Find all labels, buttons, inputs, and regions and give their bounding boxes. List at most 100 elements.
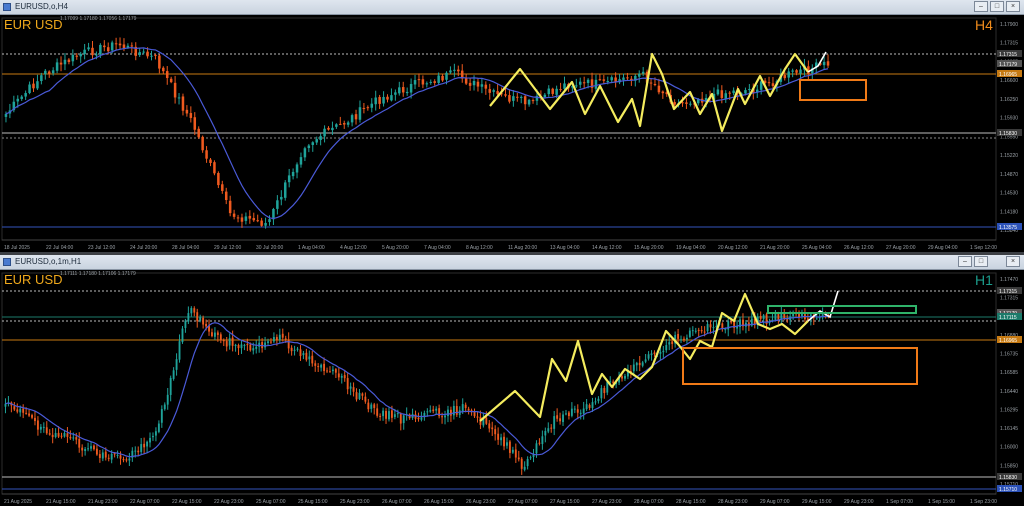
candle-body[interactable] bbox=[376, 408, 379, 416]
candle-body[interactable] bbox=[697, 329, 700, 331]
candle-body[interactable] bbox=[358, 107, 362, 120]
candle-body[interactable] bbox=[280, 196, 283, 200]
candle-body[interactable] bbox=[787, 71, 790, 78]
candle-body[interactable] bbox=[137, 450, 140, 453]
candle-body[interactable] bbox=[28, 413, 31, 416]
candle-body[interactable] bbox=[799, 69, 802, 74]
candle-body[interactable] bbox=[228, 200, 232, 214]
candle-body[interactable] bbox=[36, 420, 39, 430]
candle-body[interactable] bbox=[786, 319, 789, 321]
candle-body[interactable] bbox=[25, 412, 28, 414]
candle-body[interactable] bbox=[95, 54, 98, 56]
candle-body[interactable] bbox=[358, 392, 361, 399]
candle-body[interactable] bbox=[467, 408, 470, 411]
candle-body[interactable] bbox=[51, 434, 54, 438]
candle-body[interactable] bbox=[78, 439, 81, 448]
candle-body[interactable] bbox=[390, 95, 393, 101]
candle-body[interactable] bbox=[632, 364, 635, 372]
candle-body[interactable] bbox=[649, 82, 653, 84]
candle-body[interactable] bbox=[361, 393, 364, 396]
candle-body[interactable] bbox=[709, 324, 712, 328]
candle-body[interactable] bbox=[47, 71, 51, 74]
candle-body[interactable] bbox=[296, 348, 299, 350]
candle-body[interactable] bbox=[130, 45, 134, 47]
candle-body[interactable] bbox=[378, 96, 381, 104]
candle-body[interactable] bbox=[154, 431, 157, 436]
candle-body[interactable] bbox=[152, 435, 154, 438]
candle-body[interactable] bbox=[101, 452, 104, 459]
candle-body[interactable] bbox=[72, 437, 75, 439]
candle-body[interactable] bbox=[712, 327, 715, 329]
candle-body[interactable] bbox=[284, 338, 287, 340]
candle-body[interactable] bbox=[691, 330, 694, 332]
candle-body[interactable] bbox=[63, 433, 66, 437]
candle-body[interactable] bbox=[331, 127, 334, 131]
candle-body[interactable] bbox=[610, 77, 613, 81]
candle-body[interactable] bbox=[150, 55, 153, 57]
candle-body[interactable] bbox=[272, 337, 275, 342]
candle-body[interactable] bbox=[268, 219, 271, 223]
candle-body[interactable] bbox=[163, 404, 166, 410]
candle-body[interactable] bbox=[246, 344, 249, 346]
candle-body[interactable] bbox=[305, 352, 308, 360]
candle-body[interactable] bbox=[603, 388, 606, 394]
candle-body[interactable] bbox=[600, 388, 603, 399]
candle-body[interactable] bbox=[95, 448, 98, 455]
candle-body[interactable] bbox=[445, 72, 448, 80]
candle-body[interactable] bbox=[523, 466, 526, 470]
candle-body[interactable] bbox=[665, 345, 668, 351]
candle-body[interactable] bbox=[252, 348, 255, 351]
candle-body[interactable] bbox=[106, 47, 110, 52]
candle-body[interactable] bbox=[519, 96, 523, 98]
candle-body[interactable] bbox=[187, 313, 190, 322]
candle-body[interactable] bbox=[432, 409, 435, 412]
candle-body[interactable] bbox=[243, 344, 246, 346]
candle-body[interactable] bbox=[22, 408, 25, 413]
candle-body[interactable] bbox=[728, 92, 731, 94]
candle-body[interactable] bbox=[484, 84, 488, 89]
candle-body[interactable] bbox=[138, 52, 141, 56]
candle-body[interactable] bbox=[398, 87, 401, 94]
candle-body[interactable] bbox=[252, 218, 256, 221]
candle-body[interactable] bbox=[236, 217, 240, 219]
candle-body[interactable] bbox=[541, 436, 544, 445]
candle-body[interactable] bbox=[626, 77, 629, 79]
candle-body[interactable] bbox=[98, 454, 101, 458]
candle-body[interactable] bbox=[771, 83, 775, 87]
candle-body[interactable] bbox=[32, 83, 35, 89]
candle-body[interactable] bbox=[563, 83, 566, 89]
candle-body[interactable] bbox=[217, 173, 220, 186]
candle-body[interactable] bbox=[685, 337, 688, 340]
candle-body[interactable] bbox=[559, 89, 562, 91]
candle-body[interactable] bbox=[575, 85, 578, 87]
candle-body[interactable] bbox=[134, 450, 137, 452]
candle-body[interactable] bbox=[606, 382, 609, 393]
candle-body[interactable] bbox=[488, 423, 491, 429]
candle-body[interactable] bbox=[441, 75, 444, 81]
candle-body[interactable] bbox=[547, 88, 551, 95]
candle-body[interactable] bbox=[216, 332, 219, 335]
candle-body[interactable] bbox=[543, 94, 547, 98]
candle-body[interactable] bbox=[311, 355, 314, 364]
candle-body[interactable] bbox=[762, 315, 765, 320]
candle-body[interactable] bbox=[327, 127, 330, 130]
candle-body[interactable] bbox=[529, 457, 532, 459]
candle-body[interactable] bbox=[185, 109, 189, 114]
candle-body[interactable] bbox=[66, 433, 69, 437]
candle-body[interactable] bbox=[39, 426, 42, 430]
candle-body[interactable] bbox=[158, 55, 161, 69]
candle-body[interactable] bbox=[299, 349, 302, 357]
candle-body[interactable] bbox=[4, 113, 8, 117]
candle-body[interactable] bbox=[315, 139, 318, 143]
candle-body[interactable] bbox=[67, 59, 71, 63]
candle-body[interactable] bbox=[290, 347, 293, 352]
close-button[interactable]: × bbox=[1006, 1, 1020, 12]
candle-body[interactable] bbox=[166, 394, 169, 405]
candle-body[interactable] bbox=[291, 171, 295, 177]
candle-body[interactable] bbox=[16, 409, 19, 412]
candle-body[interactable] bbox=[624, 375, 626, 379]
candle-body[interactable] bbox=[103, 45, 106, 48]
candle-body[interactable] bbox=[287, 175, 291, 183]
candle-body[interactable] bbox=[71, 54, 75, 62]
candle-body[interactable] bbox=[409, 84, 413, 93]
